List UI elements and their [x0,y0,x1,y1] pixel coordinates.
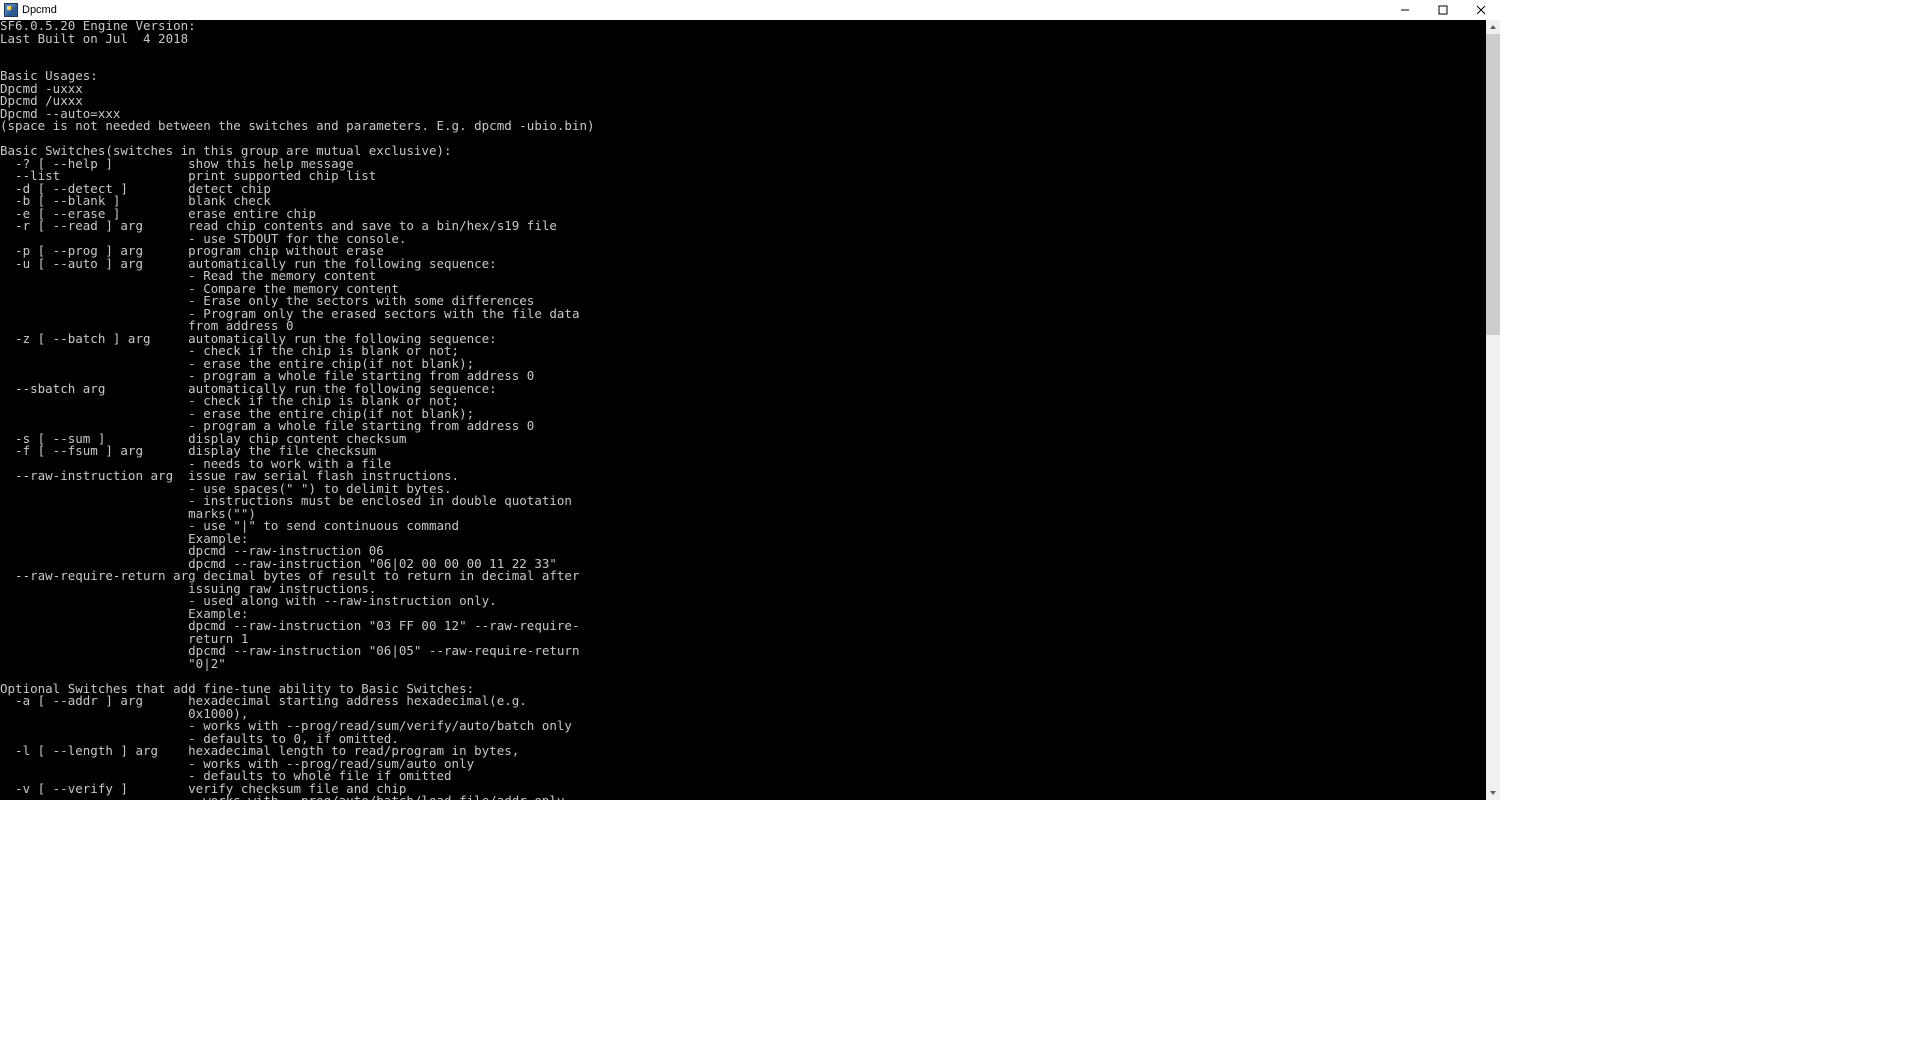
app-window: Dpcmd SF6.0.5.20 Engine Version: Last Bu… [0,0,1500,800]
minimize-button[interactable] [1386,0,1424,20]
titlebar[interactable]: Dpcmd [0,0,1500,20]
console-area: SF6.0.5.20 Engine Version: Last Built on… [0,20,1500,800]
window-title: Dpcmd [22,4,57,16]
maximize-button[interactable] [1424,0,1462,20]
scrollbar-thumb[interactable] [1486,34,1500,335]
console-output[interactable]: SF6.0.5.20 Engine Version: Last Built on… [0,20,1486,800]
scrollbar-track[interactable] [1486,34,1500,786]
app-icon [4,3,18,17]
window-controls [1386,0,1500,20]
scroll-up-button[interactable] [1486,20,1500,34]
vertical-scrollbar[interactable] [1486,20,1500,800]
scroll-down-button[interactable] [1486,786,1500,800]
close-button[interactable] [1462,0,1500,20]
